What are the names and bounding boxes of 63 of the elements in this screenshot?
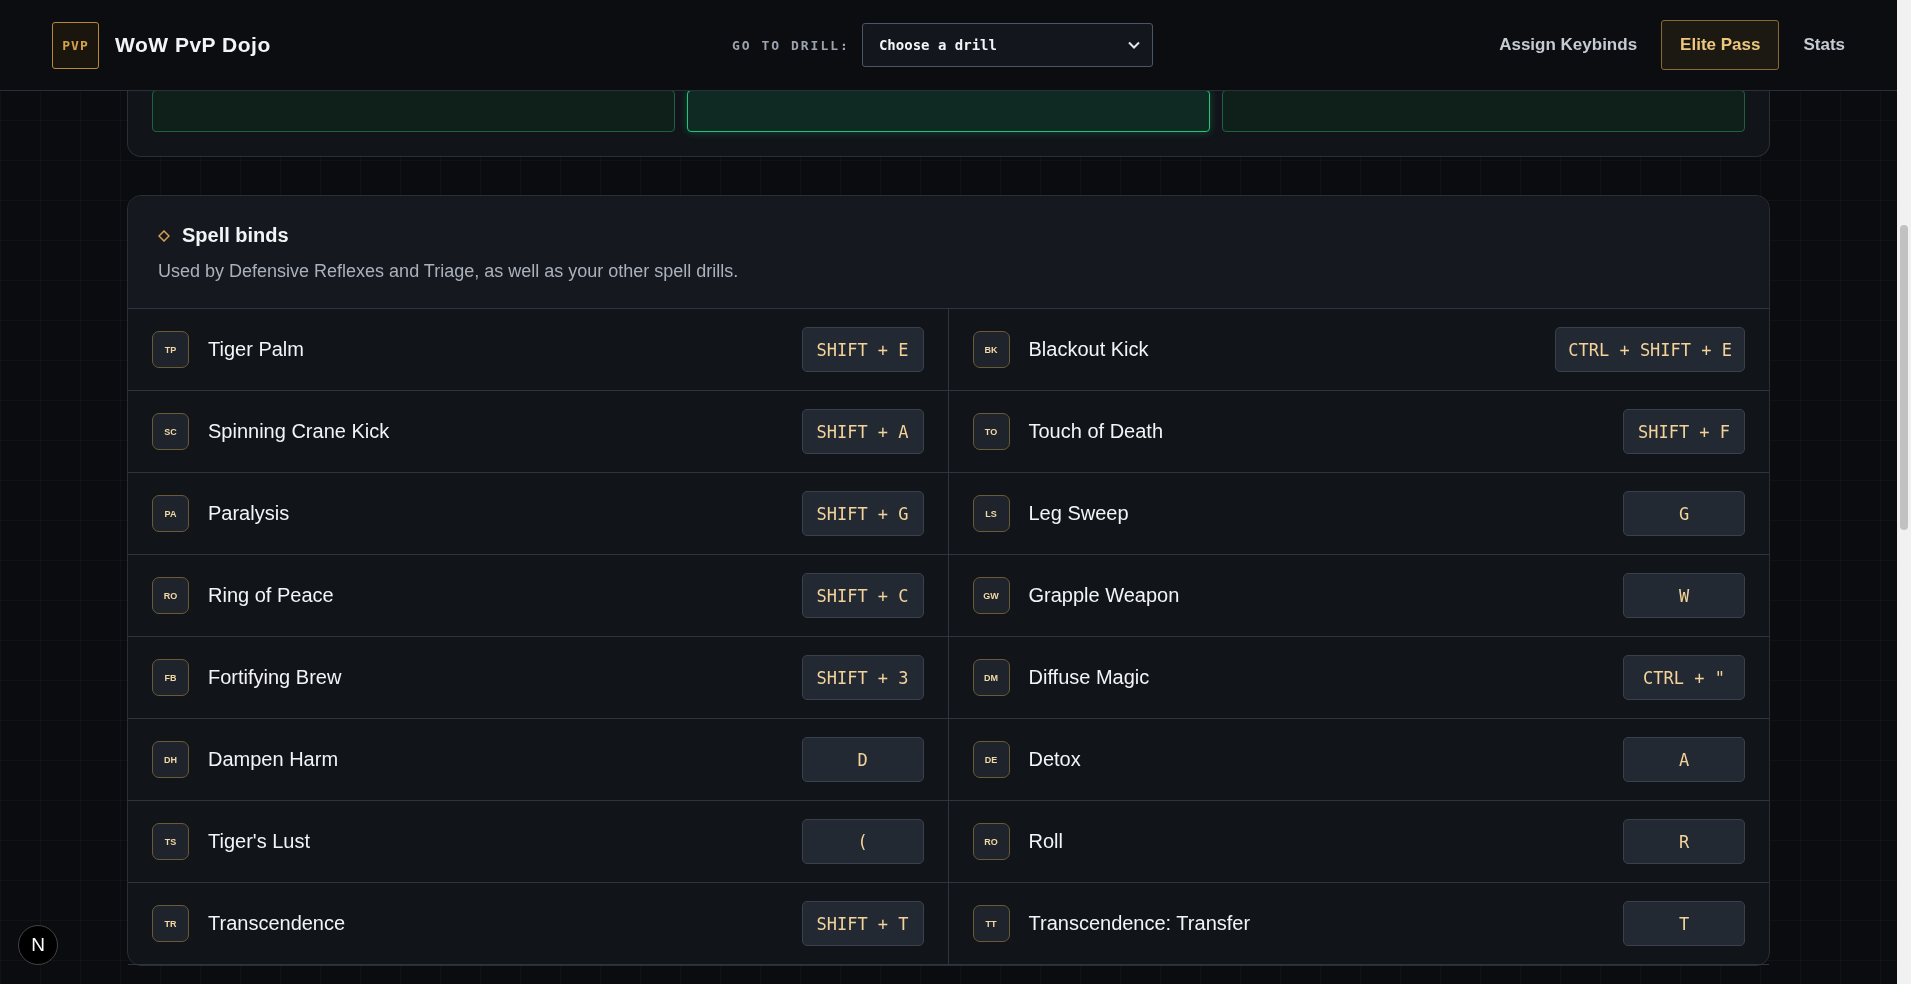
site-title: WoW PvP Dojo [115, 33, 271, 57]
spell-name: Transcendence [208, 912, 346, 935]
spell-icon: BK [972, 331, 1010, 368]
elite-pass-button[interactable]: Elite Pass [1661, 20, 1780, 70]
spell-icon: DE [972, 741, 1010, 778]
keybind-button[interactable]: ( [801, 819, 924, 864]
spell-name: Dampen Harm [208, 748, 339, 771]
keybind-button[interactable]: T [1623, 901, 1745, 946]
spell-name: Roll [1028, 830, 1063, 853]
scrollbar-thumb[interactable] [1900, 225, 1908, 530]
keybind-button[interactable]: G [1623, 491, 1745, 536]
keybind-button[interactable]: A [1623, 737, 1745, 782]
nav-link[interactable]: Stats [1803, 35, 1845, 55]
keybind-button[interactable]: SHIFT + T [801, 901, 924, 946]
keybind-button[interactable]: SHIFT + G [801, 491, 924, 536]
spell-name: Tiger Palm [208, 338, 304, 361]
role-card[interactable] [687, 90, 1210, 132]
spell-icon: FB [152, 659, 189, 696]
spell-name: Fortifying Brew [208, 666, 342, 689]
spell-icon: TT [972, 905, 1010, 942]
keybind-button[interactable]: SHIFT + 3 [801, 655, 924, 700]
keybind-button[interactable]: W [1623, 573, 1745, 618]
keybind-button[interactable]: R [1623, 819, 1745, 864]
drill-select[interactable]: Choose a drill [861, 23, 1153, 67]
spell-name: Detox [1028, 748, 1081, 771]
spell-name: Leg Sweep [1028, 502, 1129, 525]
spell-icon: TR [152, 905, 189, 942]
drill-label: GO TO DRILL: [732, 37, 850, 53]
spell-name: Paralysis [208, 502, 290, 525]
spell-name: Diffuse Magic [1028, 666, 1150, 689]
section-title: Spell binds [182, 224, 289, 247]
spell-name: Blackout Kick [1028, 338, 1149, 361]
chevron-icon [1127, 41, 1140, 49]
spell-icon: DH [152, 741, 189, 778]
keybind-button[interactable]: D [801, 737, 924, 782]
spell-icon: RO [972, 823, 1010, 860]
spell-icon: PA [152, 495, 189, 532]
spell-name: Touch of Death [1028, 420, 1164, 443]
spell-name: Spinning Crane Kick [208, 420, 390, 443]
spell-name: Ring of Peace [208, 584, 334, 607]
dev-badge[interactable]: N [18, 925, 58, 965]
spell-icon: SC [152, 413, 189, 450]
spell-icon: TO [972, 413, 1010, 450]
spell-icon: RO [152, 577, 189, 614]
spell-icon: TS [152, 823, 189, 860]
section-description: Used by Defensive Reflexes and Triage, as well as your other spell drills. [158, 261, 740, 282]
spell-icon: DM [972, 659, 1010, 696]
keybind-button[interactable]: SHIFT + C [801, 573, 924, 618]
diamond-icon [158, 229, 170, 242]
spell-name: Transcendence: Transfer [1028, 912, 1251, 935]
logo[interactable]: PVP [52, 21, 99, 69]
keybind-button[interactable]: SHIFT + A [801, 409, 924, 454]
nav-link[interactable]: Assign Keybinds [1499, 35, 1638, 55]
spell-icon: GW [972, 577, 1010, 614]
keybind-button[interactable]: SHIFT + E [801, 327, 924, 372]
keybind-button[interactable]: CTRL + " [1623, 655, 1745, 700]
spell-icon: LS [972, 495, 1010, 532]
spell-name: Tiger's Lust [208, 830, 310, 853]
spell-icon: TP [152, 331, 189, 368]
scrollbar[interactable] [1897, 0, 1911, 984]
keybind-button[interactable]: SHIFT + F [1623, 409, 1745, 454]
spell-name: Grapple Weapon [1028, 584, 1180, 607]
keybind-button[interactable]: CTRL + SHIFT + E [1555, 327, 1745, 372]
